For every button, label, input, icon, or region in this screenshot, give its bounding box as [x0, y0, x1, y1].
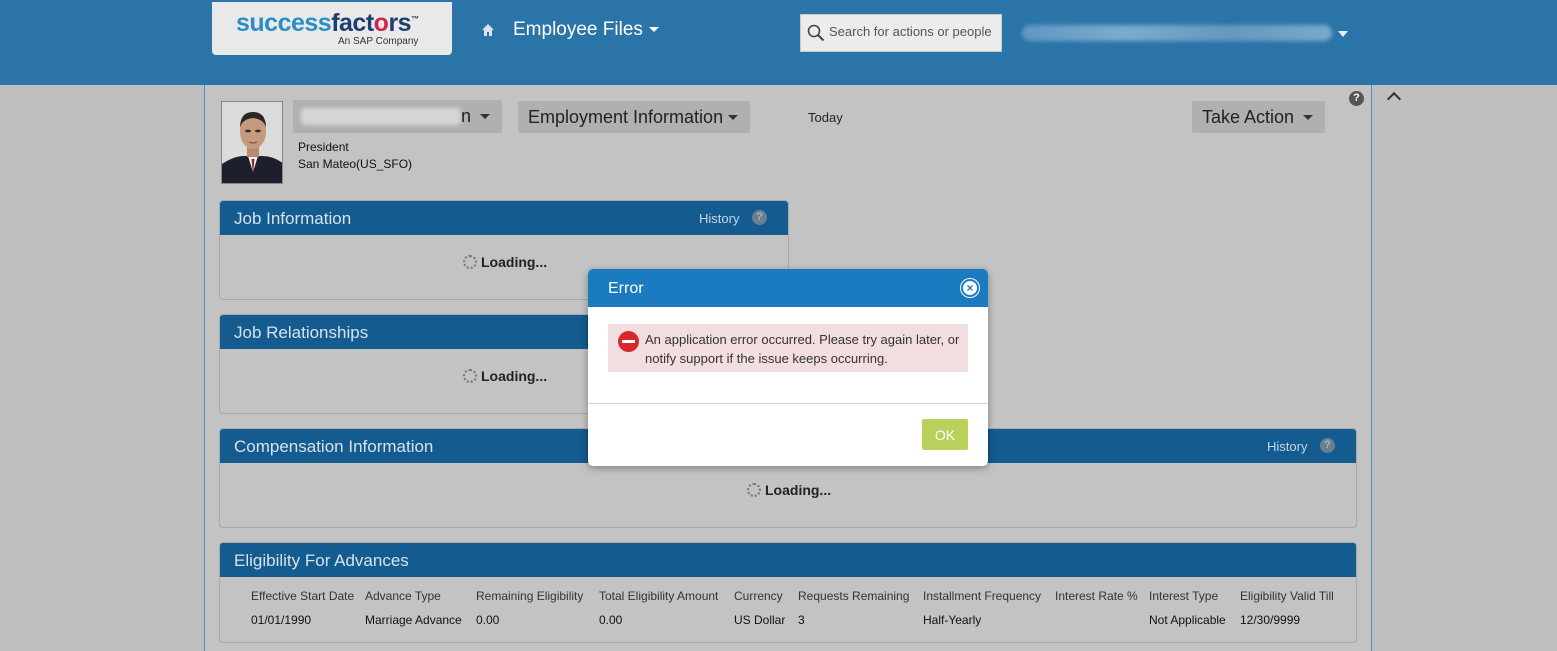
take-action-button[interactable]: Take Action	[1192, 101, 1325, 133]
date-selector[interactable]: Today	[808, 110, 843, 125]
loading-indicator: Loading...	[463, 368, 547, 384]
table-cell: 01/01/1990	[251, 613, 312, 627]
spinner-icon	[463, 369, 477, 383]
close-icon[interactable]: ×	[961, 279, 979, 297]
chevron-down-icon	[1303, 115, 1313, 120]
employment-information-label: Employment Information	[528, 107, 724, 127]
history-link[interactable]: History	[1267, 439, 1307, 454]
panel-title: Job Relationships	[234, 323, 369, 342]
history-link[interactable]: History	[699, 211, 739, 226]
employee-photo	[221, 101, 283, 184]
take-action-label: Take Action	[1202, 107, 1295, 127]
help-icon[interactable]: ?	[1320, 438, 1335, 453]
table-cell: Half-Yearly	[923, 613, 982, 627]
table-cell: 12/30/9999	[1240, 613, 1301, 627]
divider	[588, 403, 988, 404]
spinner-icon	[463, 255, 477, 269]
employee-job-title: President	[298, 140, 349, 154]
search-icon	[807, 24, 825, 42]
column-header: Eligibility Valid Till	[1240, 589, 1334, 603]
panel-title: Eligibility For Advances	[234, 551, 409, 570]
column-header: Effective Start Date	[251, 589, 355, 603]
column-header: Total Eligibility Amount	[599, 589, 719, 603]
avatar	[222, 102, 282, 183]
employee-location: San Mateo(US_SFO)	[298, 157, 413, 171]
home-icon[interactable]	[480, 22, 496, 38]
chevron-up-icon[interactable]	[1386, 91, 1402, 107]
chevron-down-icon	[480, 114, 490, 119]
dialog-title: Error	[608, 280, 644, 297]
ok-button[interactable]: OK	[922, 419, 968, 450]
column-header: Interest Type	[1149, 589, 1219, 603]
table-cell: 3	[798, 613, 805, 627]
loading-indicator: Loading...	[747, 482, 831, 498]
search-input[interactable]	[829, 24, 999, 39]
user-menu-chevron-down-icon[interactable]	[1338, 31, 1348, 37]
table-cell: 0.00	[599, 613, 623, 627]
employee-name-redacted	[301, 108, 461, 125]
table-cell: Marriage Advance	[365, 613, 462, 627]
loading-indicator: Loading...	[463, 254, 547, 270]
search-box[interactable]	[800, 14, 1002, 52]
top-header: successfactors™ An SAP Company Employee …	[0, 0, 1557, 85]
employee-name-selector[interactable]: n	[293, 100, 502, 133]
panel-title: Compensation Information	[234, 437, 434, 456]
panel-header: Eligibility For Advances	[220, 543, 1356, 577]
eligibility-for-advances-panel: Eligibility For Advances Effective Start…	[219, 542, 1357, 643]
employee-files-menu[interactable]: Employee Files	[513, 19, 659, 41]
user-menu-redacted[interactable]	[1022, 25, 1332, 41]
chevron-down-icon	[728, 115, 738, 120]
nav-title-label: Employee Files	[513, 19, 643, 40]
panel-title: Job Information	[234, 209, 352, 228]
column-header: Installment Frequency	[923, 589, 1042, 603]
panel-header: Job Information History ?	[220, 201, 788, 235]
help-icon[interactable]: ?	[752, 210, 767, 225]
column-header: Remaining Eligibility	[476, 589, 584, 603]
table-cell: US Dollar	[734, 613, 786, 627]
table-cell: 0.00	[476, 613, 500, 627]
column-header: Advance Type	[365, 589, 441, 603]
employee-name-suffix: n	[461, 106, 472, 126]
column-header: Requests Remaining	[798, 589, 910, 603]
error-message-box: An application error occurred. Please tr…	[608, 324, 968, 372]
column-header: Interest Rate %	[1055, 589, 1138, 603]
error-message: An application error occurred. Please tr…	[645, 332, 960, 366]
error-dialog: Error × An application error occurred. P…	[588, 269, 988, 466]
chevron-down-icon	[648, 27, 659, 33]
successfactors-logo[interactable]: successfactors™ An SAP Company	[212, 2, 452, 55]
logo-wordmark: successfactors™	[236, 9, 419, 37]
help-icon[interactable]: ?	[1349, 91, 1364, 106]
table-cell: Not Applicable	[1149, 613, 1226, 627]
column-header: Currency	[734, 589, 783, 603]
spinner-icon	[747, 483, 761, 497]
error-icon	[618, 331, 639, 352]
dialog-header: Error ×	[588, 269, 988, 307]
logo-subtitle: An SAP Company	[338, 36, 419, 47]
employment-information-dropdown[interactable]: Employment Information	[518, 101, 750, 133]
